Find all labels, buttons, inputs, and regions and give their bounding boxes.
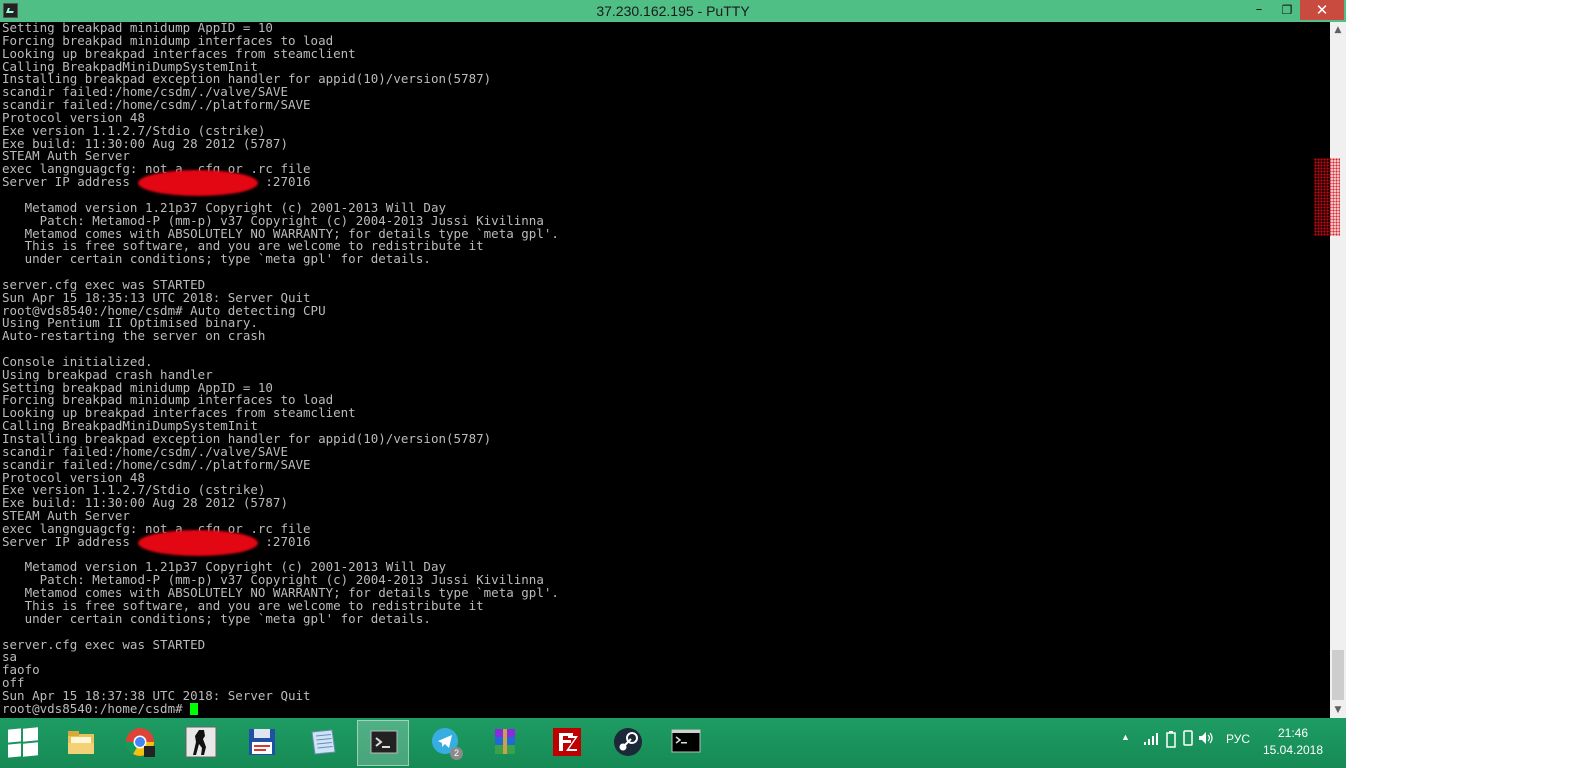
- battery-icon[interactable]: [1164, 730, 1178, 748]
- filezilla-icon: [553, 728, 581, 756]
- scroll-up-arrow[interactable]: ▲: [1330, 22, 1346, 38]
- taskbar-notepad[interactable]: [297, 720, 349, 766]
- putty-terminal-icon: [370, 730, 398, 754]
- telegram-badge: 2: [450, 747, 463, 760]
- device-icon[interactable]: [1182, 730, 1194, 746]
- clock-time: 21:46: [1277, 726, 1309, 740]
- winrar-icon: [495, 729, 515, 754]
- scrollbar-thumb[interactable]: [1332, 650, 1344, 700]
- taskbar-cmd[interactable]: [660, 720, 712, 766]
- taskbar-file-explorer[interactable]: [55, 720, 107, 766]
- taskbar-steam[interactable]: [602, 720, 654, 766]
- clock[interactable]: 21:46 15.04.2018: [1258, 725, 1328, 759]
- taskbar-save-app[interactable]: [236, 720, 288, 766]
- redaction-speckle: [1314, 158, 1340, 236]
- counter-strike-icon: [185, 726, 217, 758]
- maximize-button[interactable]: ❐: [1274, 0, 1300, 20]
- close-button[interactable]: ✕: [1300, 0, 1344, 20]
- taskbar-putty[interactable]: [357, 720, 409, 766]
- network-signal-icon[interactable]: [1143, 732, 1159, 746]
- chrome-icon: [126, 728, 155, 757]
- scroll-down-arrow[interactable]: ▼: [1330, 702, 1346, 718]
- redaction-mark: [138, 530, 258, 556]
- notepad-icon: [311, 729, 336, 755]
- show-hidden-icons-button[interactable]: ▲: [1121, 732, 1130, 742]
- redaction-mark: [138, 170, 258, 196]
- terminal-prompt: root@vds8540:/home/csdm#: [2, 700, 191, 716]
- volume-icon[interactable]: [1198, 731, 1214, 745]
- window-title: 37.230.162.195 - PuTTY: [596, 3, 750, 19]
- taskbar-counter-strike[interactable]: [175, 720, 227, 766]
- terminal-output[interactable]: Setting breakpad minidump AppID = 10 For…: [2, 22, 1328, 718]
- taskbar-telegram[interactable]: 2: [420, 720, 472, 766]
- folder-icon: [68, 731, 94, 754]
- command-prompt-icon: [671, 729, 701, 753]
- system-tray: ▲ РУС 21:46 15.04.2018: [1116, 718, 1346, 768]
- floppy-disk-icon: [249, 729, 275, 755]
- clock-date: 15.04.2018: [1262, 743, 1324, 757]
- taskbar: 2 ▲ РУС 21:46 15.04.2018: [0, 718, 1346, 768]
- putty-window: 37.230.162.195 - PuTTY – ❐ ✕ Setting bre…: [0, 0, 1346, 718]
- terminal-text: Setting breakpad minidump AppID = 10 For…: [2, 22, 559, 703]
- taskbar-filezilla[interactable]: [541, 720, 593, 766]
- title-bar[interactable]: 37.230.162.195 - PuTTY – ❐ ✕: [0, 0, 1346, 22]
- taskbar-chrome[interactable]: [114, 720, 166, 766]
- start-button[interactable]: [8, 727, 38, 758]
- steam-icon: [614, 728, 642, 756]
- terminal-cursor: [190, 702, 199, 715]
- windows-logo-icon: [8, 728, 21, 743]
- minimize-button[interactable]: –: [1244, 0, 1274, 20]
- taskbar-winrar[interactable]: [479, 720, 531, 766]
- language-indicator[interactable]: РУС: [1226, 732, 1250, 746]
- vertical-scrollbar[interactable]: ▲ ▼: [1330, 22, 1346, 718]
